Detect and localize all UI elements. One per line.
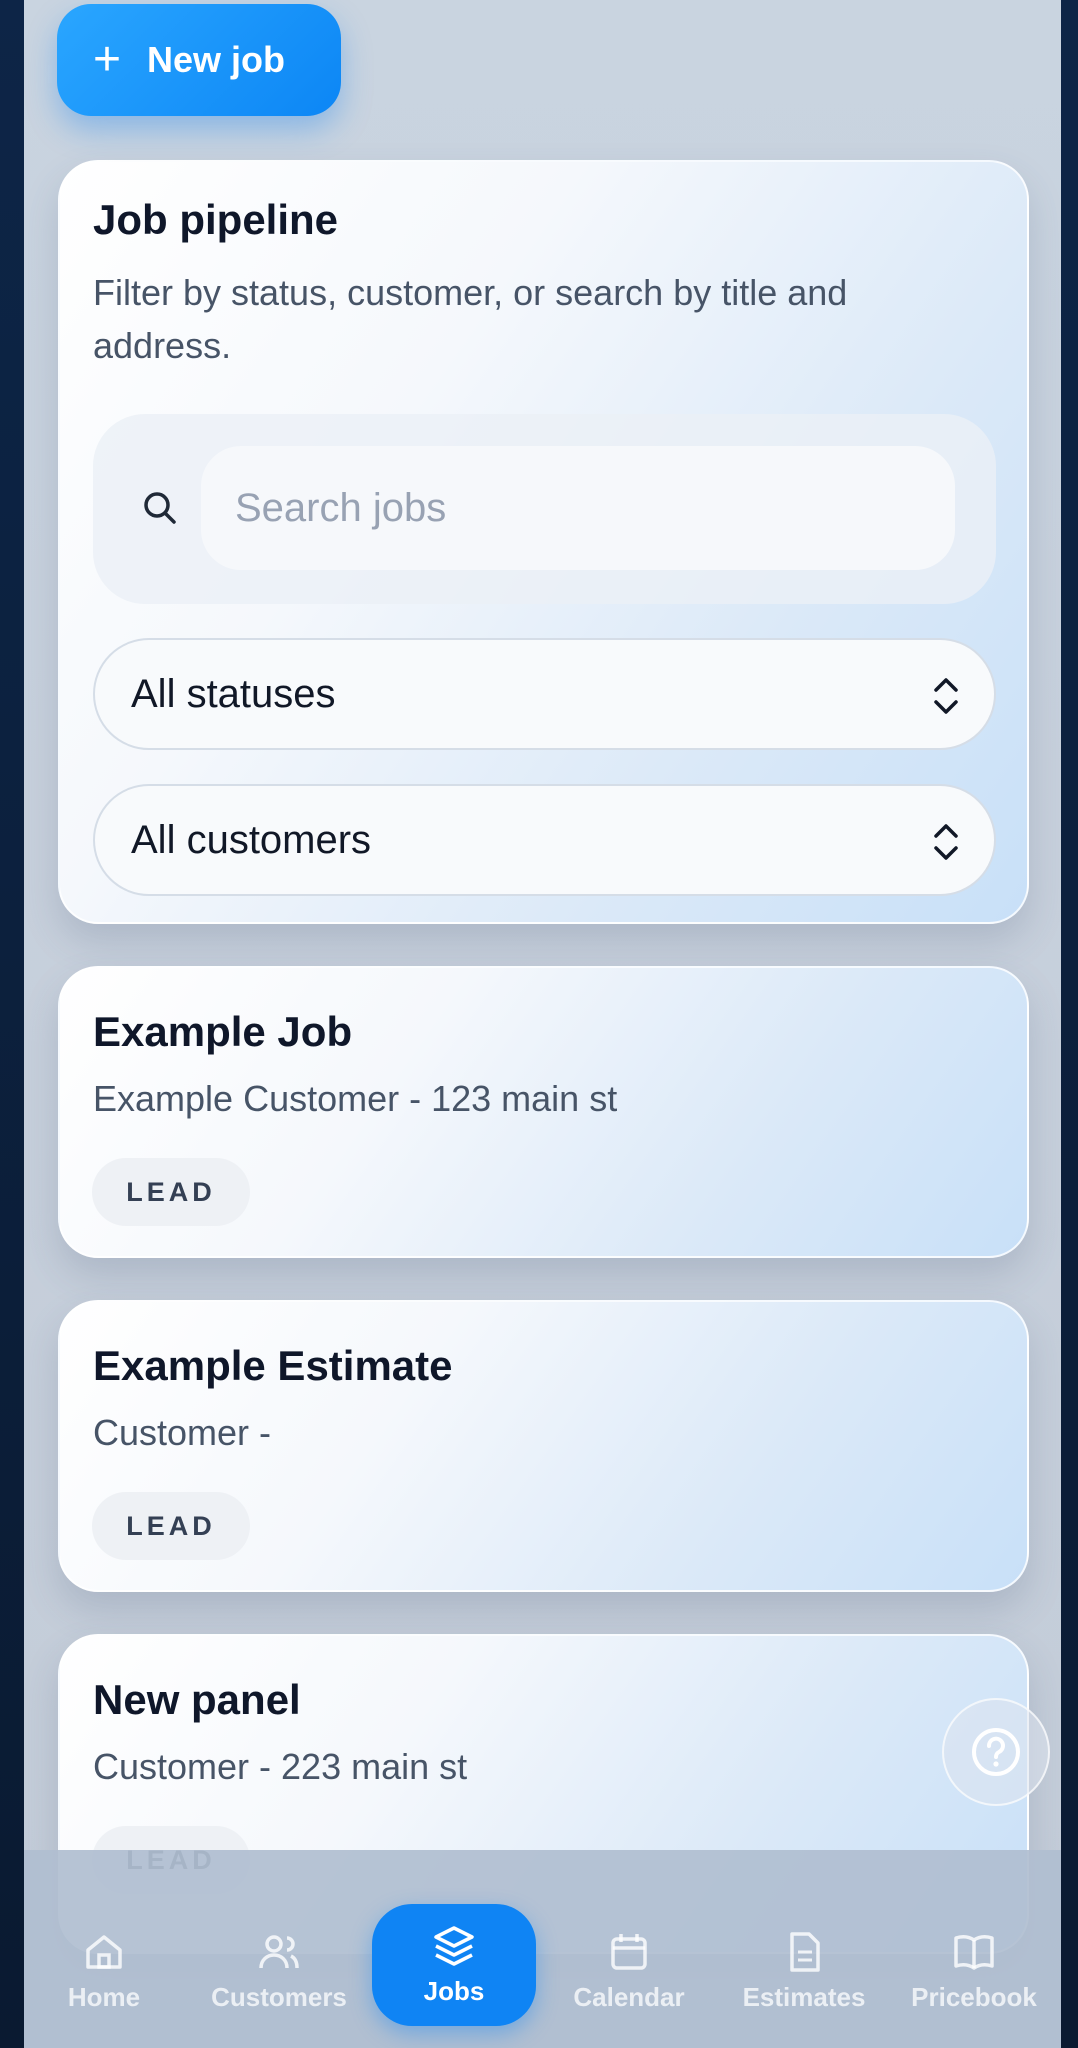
- tab-label: Home: [67, 1982, 141, 2012]
- tab-estimates[interactable]: Estimates: [724, 1930, 884, 2013]
- job-customer-address: Example Customer - 123 main st: [93, 1078, 618, 1119]
- job-pipeline-card: Job pipeline Filter by status, customer,…: [58, 160, 1029, 924]
- book-icon: [954, 1934, 994, 1970]
- tab-jobs[interactable]: Jobs: [372, 1904, 536, 2026]
- customer-filter-select[interactable]: All customers: [93, 784, 996, 896]
- status-badge: LEAD: [92, 1158, 250, 1226]
- job-card[interactable]: Example Job Example Customer - 123 main …: [58, 966, 1029, 1258]
- tab-home[interactable]: Home: [24, 1930, 184, 2013]
- background-edge-left: [0, 0, 24, 2048]
- job-customer-address: Customer - 223 main st: [93, 1746, 468, 1787]
- pipeline-title: Job pipeline: [93, 196, 339, 243]
- search-bar: [93, 414, 996, 604]
- search-input[interactable]: [201, 446, 955, 570]
- help-icon: [972, 1728, 1020, 1776]
- chevron-up-down-icon: [934, 678, 958, 714]
- chevron-up-down-icon: [934, 824, 958, 860]
- calendar-icon: [611, 1934, 647, 1970]
- job-customer-address: Customer -: [93, 1412, 272, 1453]
- home-icon: [86, 1935, 122, 1969]
- help-button[interactable]: [942, 1698, 1050, 1806]
- status-filter-value: All statuses: [131, 671, 336, 716]
- tab-label: Customers: [211, 1982, 347, 2012]
- new-job-label: New job: [147, 39, 286, 80]
- tab-label: Pricebook: [911, 1982, 1037, 2012]
- job-card[interactable]: Example Estimate Customer - LEAD: [58, 1300, 1029, 1592]
- job-title: Example Job: [93, 1008, 353, 1055]
- job-title: New panel: [93, 1676, 301, 1723]
- job-title: Example Estimate: [93, 1342, 453, 1389]
- tab-label: Calendar: [573, 1982, 685, 2012]
- layers-icon: [434, 1926, 474, 1966]
- app-screen: + New job Job pipeline Filter by status,…: [24, 0, 1061, 2048]
- background-edge-right: [1061, 0, 1078, 2048]
- tab-pricebook[interactable]: Pricebook: [894, 1930, 1054, 2013]
- search-icon: [144, 492, 176, 524]
- tab-label: Jobs: [423, 1976, 485, 2006]
- new-job-button[interactable]: + New job: [57, 4, 341, 116]
- tab-calendar[interactable]: Calendar: [549, 1930, 709, 2013]
- tab-label: Estimates: [742, 1982, 866, 2012]
- users-icon: [259, 1935, 299, 1969]
- status-filter-select[interactable]: All statuses: [93, 638, 996, 750]
- plus-icon: +: [93, 33, 122, 86]
- customer-filter-value: All customers: [131, 817, 372, 862]
- pipeline-subtitle: Filter by status, customer, or search by…: [93, 272, 848, 366]
- document-icon: [790, 1932, 820, 1972]
- status-badge: LEAD: [92, 1492, 250, 1560]
- tab-customers[interactable]: Customers: [199, 1930, 359, 2013]
- bottom-tab-bar: Home Customers Jobs Calendar Estimates P…: [24, 1850, 1061, 2048]
